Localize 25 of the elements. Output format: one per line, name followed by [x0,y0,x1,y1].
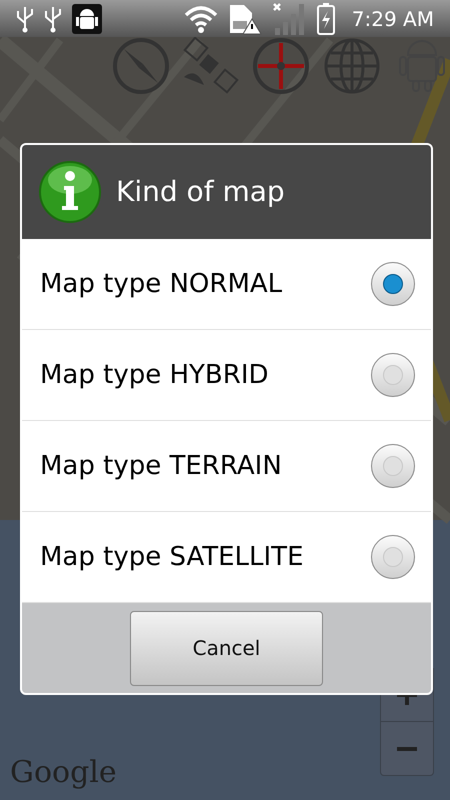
no-signal-icon [272,2,306,36]
radio-button[interactable] [371,444,415,488]
battery-charging-icon [316,2,336,34]
option-label: Map type TERRAIN [40,450,282,482]
radio-button[interactable] [371,353,415,397]
android-icon[interactable] [398,37,446,93]
radio-button[interactable] [371,262,415,306]
option-label: Map type HYBRID [40,358,269,392]
dialog-title: Kind of map [116,174,285,210]
usb-icon [44,4,62,32]
zoom-out-icon[interactable] [397,746,417,750]
globe-icon[interactable] [323,37,381,95]
info-icon [38,160,102,224]
option-label: Map type NORMAL [40,268,282,300]
status-time: 7:29 AM [352,6,434,32]
cancel-button[interactable]: Cancel [130,610,323,686]
radio-button[interactable] [371,535,415,579]
sd-card-warning-icon [228,2,262,34]
map-attribution: Google [10,758,117,788]
crosshair-icon[interactable] [252,37,310,95]
usb-icon [16,4,34,32]
android-debug-icon [72,4,102,34]
compass-icon[interactable] [112,37,170,95]
wifi-icon [184,4,218,32]
option-label: Map type SATELLITE [40,540,304,574]
